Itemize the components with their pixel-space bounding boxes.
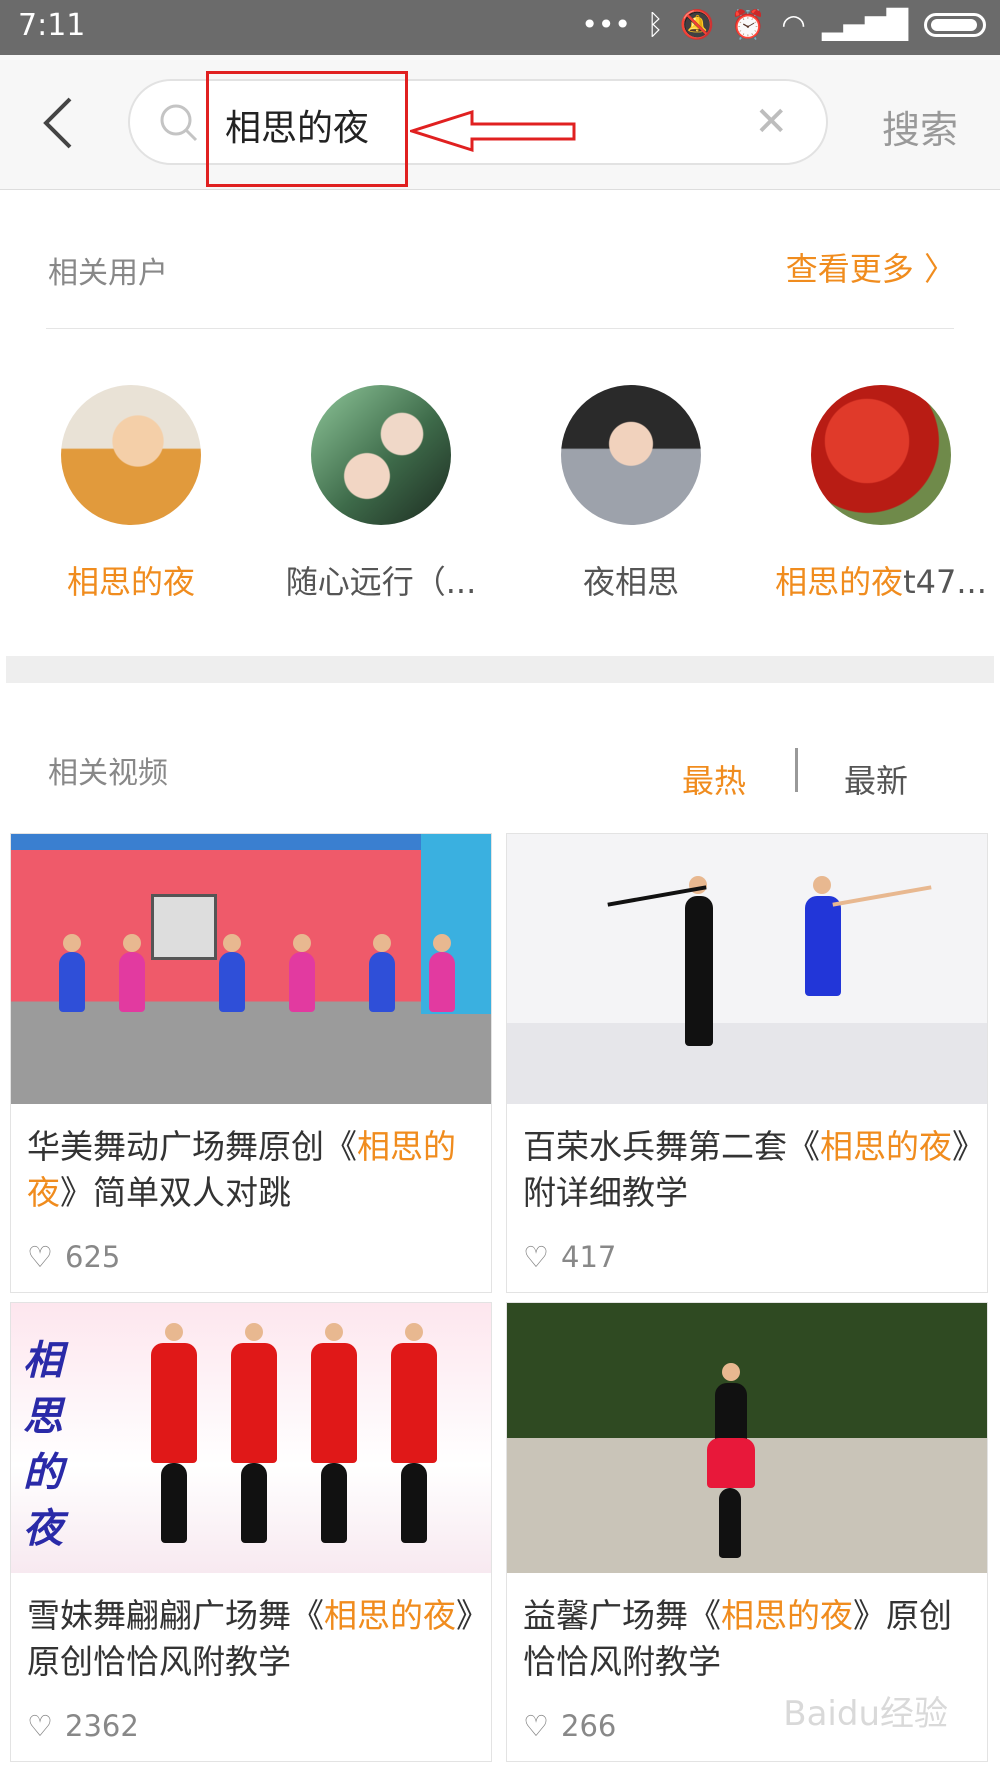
tab-divider <box>795 748 798 792</box>
section-separator <box>6 656 994 683</box>
video-thumbnail <box>507 834 987 1104</box>
like-count: ♡ 625 <box>27 1240 121 1274</box>
tab-hottest[interactable]: 最热 <box>682 756 746 802</box>
back-arrow-icon[interactable] <box>38 95 78 151</box>
avatar <box>61 385 201 525</box>
video-card[interactable]: 华美舞动广场舞原创《相思的夜》简单双人对跳 ♡ 625 <box>10 833 492 1293</box>
user-name: 相思的夜 <box>66 563 195 601</box>
video-card[interactable]: 百荣水兵舞第二套《相思的夜》附详细教学 ♡ 417 <box>506 833 988 1293</box>
video-card[interactable]: 相思的夜 雪妹舞翩翩广场舞《相思的夜》原创恰恰风附教学 ♡ 2362 <box>10 1302 492 1762</box>
signal-icon: ▂▄▆█ <box>821 8 908 41</box>
video-thumbnail <box>11 834 491 1104</box>
alarm-icon: ⏰ <box>730 8 766 41</box>
user-name: 相思的夜t47... <box>775 563 987 601</box>
heart-icon: ♡ <box>523 1709 549 1743</box>
avatar <box>561 385 701 525</box>
annotation-highlight-box <box>206 71 408 187</box>
chevron-right-icon: 〉 <box>923 250 956 288</box>
video-thumbnail: 相思的夜 <box>11 1303 491 1573</box>
avatar <box>311 385 451 525</box>
more-dots-icon: ••• <box>581 8 631 41</box>
video-thumbnail <box>507 1303 987 1573</box>
like-count: ♡ 417 <box>523 1240 617 1274</box>
thumbnail-overlay-text: 相思的夜 <box>23 1337 63 1552</box>
user-item[interactable]: 夜相思 <box>506 385 756 603</box>
wifi-icon: ◠ <box>781 8 806 41</box>
like-count: ♡ 2362 <box>27 1709 139 1743</box>
heart-icon: ♡ <box>523 1240 549 1274</box>
video-title: 雪妹舞翩翩广场舞《相思的夜》原创恰恰风附教学 <box>27 1596 473 1681</box>
status-icons: ••• ᛒ 🔕 ⏰ ◠ ▂▄▆█ <box>581 8 986 41</box>
user-item[interactable]: 相思的夜 <box>6 385 256 603</box>
annotation-arrow-icon <box>410 109 576 153</box>
user-item[interactable]: 随心远行（... <box>256 385 506 603</box>
battery-icon <box>924 12 986 37</box>
search-button[interactable]: 搜索 <box>882 99 958 154</box>
like-count: ♡ 266 <box>523 1709 617 1743</box>
heart-icon: ♡ <box>27 1709 53 1743</box>
user-name: 随心远行（... <box>285 563 477 601</box>
view-more-link[interactable]: 查看更多 〉 <box>786 244 956 290</box>
divider <box>46 328 954 329</box>
user-item[interactable]: 相思的夜t47... <box>756 385 1000 603</box>
video-title: 华美舞动广场舞原创《相思的夜》简单双人对跳 <box>27 1127 456 1212</box>
status-bar: 7:11 ••• ᛒ 🔕 ⏰ ◠ ▂▄▆█ <box>0 0 1000 55</box>
tab-newest[interactable]: 最新 <box>844 756 908 802</box>
search-icon <box>160 104 198 142</box>
clear-icon[interactable]: ✕ <box>754 99 788 145</box>
video-title: 百荣水兵舞第二套《相思的夜》附详细教学 <box>523 1127 969 1212</box>
watermark: Baidu经验 <box>783 1694 948 1734</box>
video-title: 益馨广场舞《相思的夜》原创恰恰风附教学 <box>523 1596 952 1681</box>
related-users-title: 相关用户 <box>48 256 168 291</box>
heart-icon: ♡ <box>27 1240 53 1274</box>
mute-bell-icon: 🔕 <box>679 8 715 41</box>
related-videos-title: 相关视频 <box>48 756 168 791</box>
avatar <box>811 385 951 525</box>
view-more-label: 查看更多 <box>785 250 914 288</box>
bluetooth-icon: ᛒ <box>646 8 664 41</box>
user-name: 夜相思 <box>582 563 679 601</box>
status-time: 7:11 <box>18 8 86 43</box>
